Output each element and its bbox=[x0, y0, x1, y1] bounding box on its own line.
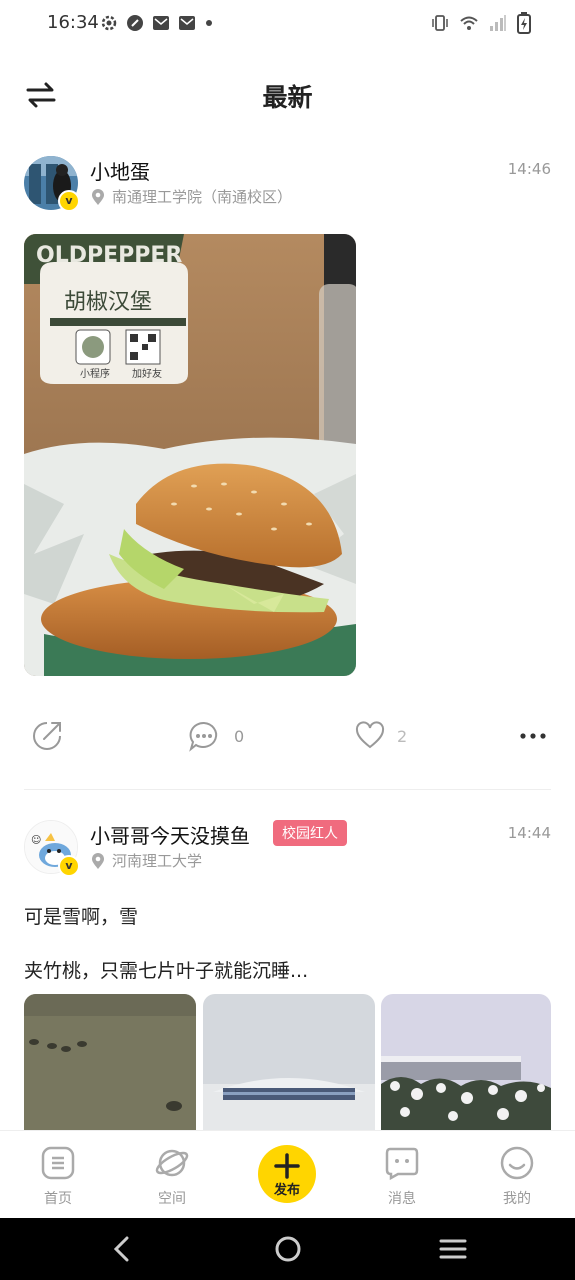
verified-badge: v bbox=[58, 190, 80, 212]
wifi-icon bbox=[460, 16, 478, 30]
smiley-icon bbox=[500, 1146, 534, 1180]
post-photo[interactable] bbox=[203, 994, 375, 1130]
tab-home[interactable]: 首页 bbox=[18, 1131, 98, 1219]
message-icon bbox=[385, 1147, 419, 1181]
more-dots-icon bbox=[520, 733, 546, 739]
home-circle-icon[interactable] bbox=[273, 1234, 303, 1264]
share-button[interactable] bbox=[30, 719, 64, 753]
post-time: 14:46 bbox=[507, 160, 551, 178]
tab-space[interactable]: 空间 bbox=[132, 1131, 212, 1219]
heart-icon bbox=[355, 721, 385, 749]
tab-mine[interactable]: 我的 bbox=[477, 1131, 557, 1219]
post-text[interactable]: 夹竹桃，只需七片叶子就能沉睡... bbox=[24, 956, 308, 983]
location-text: 南通理工学院（南通校区） bbox=[112, 188, 293, 206]
post-time: 14:44 bbox=[507, 824, 551, 842]
qr-left-label: 小程序 bbox=[80, 367, 110, 380]
publish-button[interactable]: 发布 bbox=[258, 1145, 316, 1203]
tab-label: 空间 bbox=[158, 1191, 186, 1207]
qr-right-label: 加好友 bbox=[132, 367, 162, 380]
location-pin-icon bbox=[92, 852, 104, 869]
post-photo[interactable] bbox=[24, 994, 196, 1130]
post-location[interactable]: 河南理工大学 bbox=[90, 850, 202, 871]
mail-notification-icon bbox=[153, 16, 169, 30]
settings-icon bbox=[101, 15, 117, 31]
username[interactable]: 小哥哥今天没摸鱼 bbox=[90, 820, 250, 849]
tab-label: 首页 bbox=[44, 1191, 72, 1207]
more-notifications-dot-icon bbox=[206, 20, 212, 26]
planet-icon bbox=[155, 1149, 189, 1177]
post-text[interactable]: 可是雪啊，雪 bbox=[24, 902, 138, 929]
username[interactable]: 小地蛋 bbox=[90, 156, 150, 185]
location-text: 河南理工大学 bbox=[112, 852, 203, 870]
header: 最新 bbox=[0, 60, 575, 126]
user-badge: 校园红人 bbox=[273, 820, 347, 846]
signal-icon bbox=[490, 15, 506, 31]
comment-icon bbox=[189, 721, 218, 752]
comment-button[interactable] bbox=[188, 720, 220, 752]
post-location[interactable]: 南通理工学院（南通校区） bbox=[90, 186, 292, 207]
post-actions: 0 2 bbox=[0, 716, 575, 756]
comment-count: 0 bbox=[234, 727, 245, 746]
mail-notification-icon bbox=[179, 16, 195, 30]
share-icon bbox=[33, 722, 61, 750]
bottom-tab-bar: 首页 空间 发布 消息 我的 bbox=[0, 1130, 575, 1219]
status-bar: 16:34 bbox=[0, 0, 575, 48]
post-divider bbox=[24, 789, 551, 790]
package-title-text: 胡椒汉堡 bbox=[64, 290, 152, 315]
home-icon bbox=[41, 1146, 75, 1180]
post-photo[interactable]: OLDPEPPER 胡椒汉堡 小程序 加好友 bbox=[24, 234, 356, 676]
vibrate-icon bbox=[432, 15, 448, 31]
location-pin-icon bbox=[92, 188, 104, 205]
app-notification-icon bbox=[127, 15, 143, 31]
tab-label: 我的 bbox=[503, 1191, 531, 1207]
verified-badge: v bbox=[58, 855, 80, 877]
page-title: 最新 bbox=[262, 83, 313, 112]
svg-text:☺: ☺ bbox=[31, 835, 41, 846]
like-count: 2 bbox=[397, 727, 408, 746]
tab-label: 消息 bbox=[388, 1191, 416, 1207]
menu-icon[interactable] bbox=[438, 1234, 468, 1264]
back-icon[interactable] bbox=[110, 1234, 134, 1264]
publish-label: 发布 bbox=[273, 1183, 300, 1198]
post-photo[interactable] bbox=[381, 994, 551, 1130]
status-time: 16:34 bbox=[47, 12, 99, 33]
tab-messages[interactable]: 消息 bbox=[362, 1131, 442, 1219]
like-button[interactable] bbox=[355, 721, 385, 751]
more-options-button[interactable] bbox=[518, 726, 548, 746]
system-navigation-bar bbox=[0, 1218, 575, 1280]
battery-charging-icon bbox=[517, 12, 531, 34]
